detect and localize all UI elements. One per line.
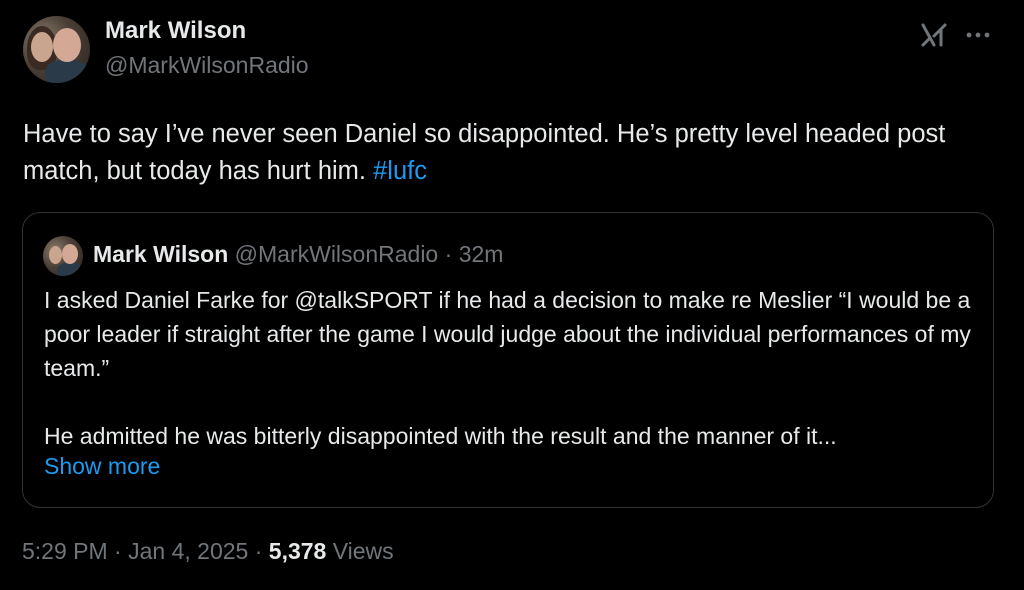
- quoted-paragraph-1: I asked Daniel Farke for @talkSPORT if h…: [44, 287, 971, 381]
- author-handle[interactable]: @MarkWilsonRadio: [105, 52, 309, 79]
- quoted-tweet-text: I asked Daniel Farke for @talkSPORT if h…: [44, 283, 979, 453]
- show-more-link[interactable]: Show more: [44, 453, 160, 480]
- quoted-paragraph-2: He admitted he was bitterly disappointed…: [44, 423, 837, 449]
- views-label: Views: [332, 538, 394, 564]
- footer-separator: ·: [254, 538, 263, 564]
- tweet-text-content: Have to say I’ve never seen Daniel so di…: [23, 120, 946, 185]
- footer-separator: ·: [114, 538, 122, 564]
- grok-icon[interactable]: [920, 22, 948, 48]
- hashtag-link[interactable]: #lufc: [373, 157, 427, 185]
- quoted-author-display-name[interactable]: Mark Wilson: [93, 241, 228, 267]
- quoted-tweet[interactable]: Mark Wilson @MarkWilsonRadio · 32m I ask…: [22, 212, 994, 508]
- more-options-icon[interactable]: [964, 22, 992, 48]
- tweet-footer: 5:29 PM · Jan 4, 2025 · 5,378 Views: [22, 538, 394, 565]
- quoted-tweet-header: Mark Wilson @MarkWilsonRadio · 32m: [93, 241, 503, 268]
- views-count: 5,378: [268, 538, 327, 564]
- tweet-time[interactable]: 5:29 PM: [22, 538, 108, 564]
- tweet-date[interactable]: Jan 4, 2025: [128, 538, 248, 564]
- quoted-timestamp[interactable]: 32m: [459, 241, 504, 267]
- tweet[interactable]: Mark Wilson @MarkWilsonRadio Have to say…: [0, 0, 1024, 590]
- quoted-author-handle[interactable]: @MarkWilsonRadio: [235, 241, 439, 267]
- author-display-name[interactable]: Mark Wilson: [105, 17, 246, 45]
- quoted-separator: ·: [444, 241, 453, 267]
- author-avatar[interactable]: [23, 16, 90, 83]
- tweet-text: Have to say I’ve never seen Daniel so di…: [23, 116, 983, 190]
- quoted-author-avatar[interactable]: [43, 236, 83, 276]
